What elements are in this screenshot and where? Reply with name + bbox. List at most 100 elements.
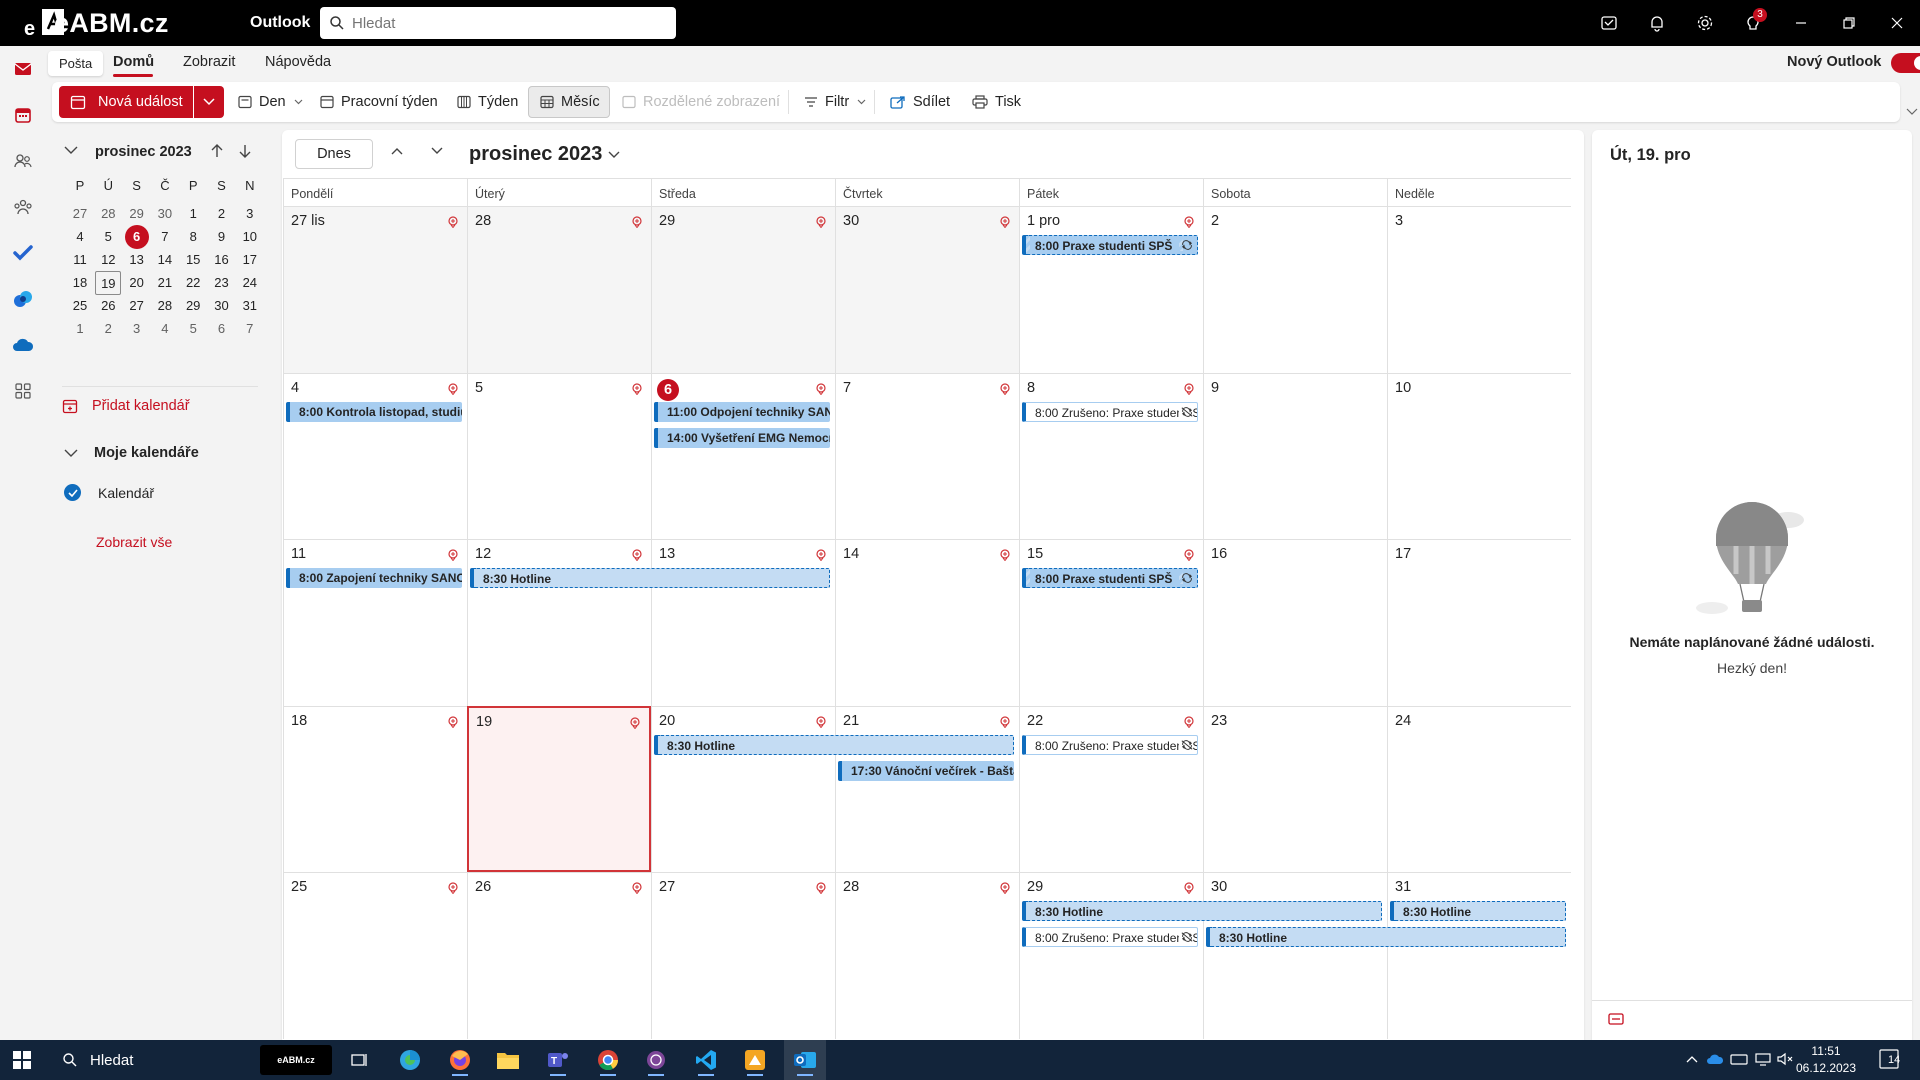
- location-pin-icon[interactable]: [631, 216, 643, 228]
- mini-day[interactable]: 11: [67, 248, 93, 272]
- calendar-event[interactable]: 8:00 Zrušeno: Praxe studenti SPŠ: [1022, 927, 1198, 947]
- location-pin-icon[interactable]: [447, 382, 459, 395]
- month-title[interactable]: prosinec 2023: [469, 143, 602, 166]
- mini-day[interactable]: 28: [152, 294, 178, 318]
- mini-day[interactable]: 29: [124, 202, 150, 226]
- mini-day[interactable]: 10: [237, 225, 263, 249]
- bell-icon[interactable]: [1644, 11, 1670, 35]
- ribbon-expand-icon[interactable]: [1906, 108, 1918, 116]
- mini-day[interactable]: 5: [180, 317, 206, 341]
- location-pin-icon[interactable]: [1183, 882, 1195, 894]
- location-pin-icon[interactable]: [999, 549, 1011, 561]
- calendar-event[interactable]: 8:00 Zrušeno: Praxe studenti SPŠ: [1022, 401, 1198, 422]
- mini-day[interactable]: 23: [209, 271, 235, 295]
- new-outlook-toggle[interactable]: [1891, 53, 1920, 73]
- tab-home[interactable]: Domů: [113, 54, 154, 70]
- my-calendars-header[interactable]: Moje kalendáře: [64, 445, 199, 461]
- location-pin-icon[interactable]: [815, 382, 827, 395]
- notification-center[interactable]: 14: [1878, 1048, 1904, 1075]
- vscode-icon[interactable]: [686, 1044, 726, 1076]
- mini-day[interactable]: 19: [95, 271, 122, 295]
- file-explorer-icon[interactable]: [488, 1044, 528, 1076]
- mini-day[interactable]: 1: [180, 202, 206, 226]
- edge-icon[interactable]: [390, 1044, 430, 1076]
- teams-icon[interactable]: T: [538, 1044, 578, 1076]
- chevron-down-icon[interactable]: [64, 145, 78, 155]
- day-cell[interactable]: 30: [835, 206, 1019, 373]
- print-button[interactable]: Tisk: [972, 86, 1021, 118]
- gear-icon[interactable]: [1692, 11, 1718, 35]
- week-view-button[interactable]: Týden: [457, 86, 518, 118]
- location-pin-icon[interactable]: [1183, 715, 1195, 728]
- outlook-icon[interactable]: [785, 1044, 825, 1076]
- day-cell[interactable]: 3: [1387, 206, 1571, 373]
- network-icon[interactable]: [1754, 1052, 1772, 1066]
- restore-icon[interactable]: [1836, 11, 1862, 35]
- people-icon[interactable]: [8, 146, 38, 176]
- mini-day[interactable]: 7: [237, 317, 263, 341]
- day-cell[interactable]: 15: [1019, 539, 1203, 706]
- location-pin-icon[interactable]: [1183, 549, 1195, 561]
- mini-day[interactable]: 1: [67, 317, 93, 341]
- day-cell[interactable]: 14: [835, 539, 1019, 706]
- taskbar-clock[interactable]: 11:51 06.12.2023: [1786, 1043, 1866, 1077]
- location-pin-icon[interactable]: [999, 882, 1011, 894]
- calendar-icon[interactable]: [8, 100, 38, 130]
- keyboard-icon[interactable]: [1730, 1052, 1748, 1066]
- arrow-up-icon[interactable]: [210, 143, 224, 159]
- search-input[interactable]: [352, 11, 662, 35]
- calendar-add-icon[interactable]: [1608, 1012, 1624, 1026]
- day-cell[interactable]: 12: [467, 539, 651, 706]
- chevron-up-icon[interactable]: [390, 146, 404, 156]
- split-view-button[interactable]: Rozdělené zobrazení: [622, 86, 780, 118]
- day-cell[interactable]: 18: [283, 705, 467, 872]
- day-cell[interactable]: 29: [651, 206, 835, 373]
- mini-day[interactable]: 24: [237, 271, 263, 295]
- sticky-app-icon[interactable]: [735, 1044, 775, 1076]
- calendar-event[interactable]: 14:00 Vyšetření EMG Nemocnice: [654, 427, 830, 448]
- tab-view[interactable]: Zobrazit: [183, 54, 235, 70]
- mini-day[interactable]: 25: [67, 294, 93, 318]
- day-cell[interactable]: 17: [1387, 539, 1571, 706]
- month-view-button[interactable]: Měsíc: [528, 86, 610, 118]
- mini-day[interactable]: 30: [152, 202, 178, 226]
- chrome-icon[interactable]: [588, 1044, 628, 1076]
- mini-day[interactable]: 3: [237, 202, 263, 226]
- taskbar-search[interactable]: Hledat: [52, 1040, 252, 1080]
- mini-day[interactable]: 30: [209, 294, 235, 318]
- minimize-icon[interactable]: [1788, 11, 1814, 35]
- mini-day[interactable]: 17: [237, 248, 263, 272]
- calendar-item[interactable]: Kalendář: [64, 484, 154, 501]
- work-week-button[interactable]: Pracovní týden: [320, 86, 438, 118]
- mini-day[interactable]: 31: [237, 294, 263, 318]
- search-box[interactable]: [320, 7, 676, 39]
- calendar-event[interactable]: 8:30 Hotline: [654, 734, 1014, 755]
- mini-day[interactable]: 22: [180, 271, 206, 295]
- day-cell[interactable]: 31: [1387, 872, 1571, 1039]
- day-cell[interactable]: 27 lis: [283, 206, 467, 373]
- mini-day[interactable]: 21: [152, 271, 178, 295]
- calendar-event[interactable]: 8:00 Zrušeno: Praxe studenti SPŠ: [1022, 734, 1198, 755]
- day-cell[interactable]: 30: [1203, 872, 1387, 1039]
- new-event-dropdown[interactable]: [194, 86, 224, 118]
- calendar-event[interactable]: 8:30 Hotline: [1390, 901, 1566, 921]
- calendar-event[interactable]: 17:30 Vánoční večírek - Baštarna: [838, 760, 1014, 781]
- taskbar-ebm-widget[interactable]: eABM.cz: [260, 1045, 332, 1075]
- groups-icon[interactable]: [8, 192, 38, 222]
- calendar-event[interactable]: 8:00 Praxe studenti SPŠ: [1022, 235, 1198, 255]
- windows-start-icon[interactable]: [12, 1050, 32, 1070]
- day-cell[interactable]: 7: [835, 372, 1019, 539]
- todo-icon[interactable]: [8, 238, 38, 268]
- location-pin-icon[interactable]: [815, 216, 827, 228]
- location-pin-icon[interactable]: [999, 715, 1011, 728]
- location-pin-icon[interactable]: [447, 715, 459, 728]
- filter-button[interactable]: Filtr: [804, 86, 873, 118]
- task-view-icon[interactable]: [340, 1044, 380, 1076]
- arrow-down-icon[interactable]: [238, 143, 252, 159]
- calendar-event[interactable]: 8:30 Hotline: [1206, 927, 1566, 947]
- tor-browser-icon[interactable]: [636, 1044, 676, 1076]
- day-cell[interactable]: 16: [1203, 539, 1387, 706]
- mini-calendar-month[interactable]: prosinec 2023: [95, 144, 192, 160]
- mini-day[interactable]: 5: [95, 225, 121, 249]
- day-cell[interactable]: 6: [651, 372, 835, 539]
